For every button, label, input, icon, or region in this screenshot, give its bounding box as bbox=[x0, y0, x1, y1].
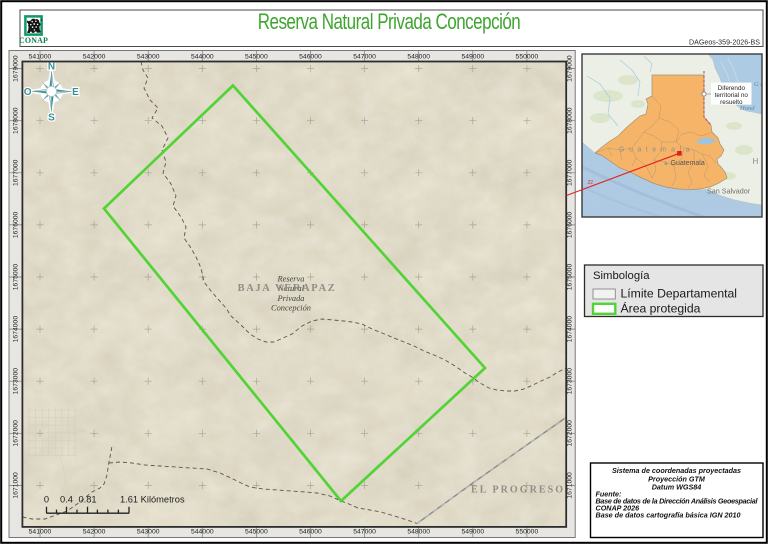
svg-text:Simbología: Simbología bbox=[593, 270, 650, 282]
svg-text:1679000: 1679000 bbox=[13, 55, 20, 82]
svg-text:550000: 550000 bbox=[516, 53, 539, 60]
svg-text:544000: 544000 bbox=[191, 53, 214, 60]
svg-text:Área protegida: Área protegida bbox=[621, 300, 701, 315]
svg-text:1674000: 1674000 bbox=[567, 316, 574, 343]
svg-text:543000: 543000 bbox=[137, 53, 160, 60]
svg-text:1677000: 1677000 bbox=[13, 159, 20, 186]
svg-text:EL PROGRESO: EL PROGRESO bbox=[471, 485, 565, 496]
svg-text:1677000: 1677000 bbox=[567, 159, 574, 186]
svg-text:Guatemala: Guatemala bbox=[671, 160, 705, 167]
svg-text:1675000: 1675000 bbox=[567, 264, 574, 291]
svg-text:0: 0 bbox=[44, 495, 49, 505]
svg-text:550000: 550000 bbox=[516, 529, 539, 536]
svg-text:549000: 549000 bbox=[461, 529, 484, 536]
svg-text:1.61 Kilómetros: 1.61 Kilómetros bbox=[120, 495, 185, 505]
svg-text:544000: 544000 bbox=[191, 529, 214, 536]
svg-text:548000: 548000 bbox=[407, 529, 430, 536]
svg-text:548000: 548000 bbox=[407, 53, 430, 60]
svg-text:0.4: 0.4 bbox=[60, 495, 73, 505]
svg-text:San Salvador: San Salvador bbox=[707, 187, 751, 196]
svg-text:Base de datos cartografía bási: Base de datos cartografía básica IGN 201… bbox=[596, 511, 741, 520]
svg-text:S: S bbox=[48, 113, 55, 124]
svg-text:541000: 541000 bbox=[29, 529, 52, 536]
svg-text:Diferendo: Diferendo bbox=[718, 85, 746, 92]
svg-text:Concepción: Concepción bbox=[271, 304, 311, 313]
svg-text:1675000: 1675000 bbox=[13, 264, 20, 291]
svg-text:547000: 547000 bbox=[353, 53, 376, 60]
svg-text:545000: 545000 bbox=[245, 529, 268, 536]
svg-text:547000: 547000 bbox=[353, 529, 376, 536]
svg-text:BAJA VERAPAZ: BAJA VERAPAZ bbox=[238, 283, 337, 294]
svg-text:1672000: 1672000 bbox=[13, 420, 20, 447]
svg-text:542000: 542000 bbox=[83, 53, 106, 60]
svg-text:territorial no: territorial no bbox=[715, 92, 749, 99]
svg-text:Hond: Hond bbox=[739, 105, 755, 112]
svg-text:1678000: 1678000 bbox=[567, 107, 574, 134]
svg-text:DAGeos-359-2026-BS: DAGeos-359-2026-BS bbox=[689, 39, 760, 47]
svg-text:N: N bbox=[48, 62, 55, 73]
svg-text:1678000: 1678000 bbox=[13, 107, 20, 134]
svg-text:O: O bbox=[24, 87, 32, 98]
svg-text:Privada: Privada bbox=[277, 294, 305, 303]
svg-text:541000: 541000 bbox=[29, 53, 52, 60]
svg-text:545000: 545000 bbox=[245, 53, 268, 60]
svg-text:1673000: 1673000 bbox=[567, 368, 574, 395]
svg-text:CONAP: CONAP bbox=[19, 36, 48, 45]
svg-text:546000: 546000 bbox=[299, 529, 322, 536]
svg-text:1674000: 1674000 bbox=[13, 316, 20, 343]
svg-text:22: 22 bbox=[588, 180, 594, 186]
svg-text:1676000: 1676000 bbox=[567, 211, 574, 238]
svg-text:E: E bbox=[72, 87, 79, 98]
svg-text:1671000: 1671000 bbox=[13, 472, 20, 499]
svg-text:Límite Departamental: Límite Departamental bbox=[621, 287, 738, 301]
svg-text:1673000: 1673000 bbox=[13, 368, 20, 395]
svg-text:1676000: 1676000 bbox=[13, 211, 20, 238]
svg-text:1679000: 1679000 bbox=[567, 55, 574, 82]
svg-text:549000: 549000 bbox=[461, 53, 484, 60]
svg-text:resuelto: resuelto bbox=[720, 99, 743, 106]
svg-text:1672000: 1672000 bbox=[567, 420, 574, 447]
svg-text:Datum WGS84: Datum WGS84 bbox=[652, 482, 702, 491]
svg-text:543000: 543000 bbox=[137, 529, 160, 536]
svg-text:0.81: 0.81 bbox=[78, 495, 96, 505]
svg-text:542000: 542000 bbox=[83, 529, 106, 536]
svg-text:1671000: 1671000 bbox=[567, 472, 574, 499]
svg-text:Reserva Natural Privada Concep: Reserva Natural Privada Concepción bbox=[258, 10, 521, 35]
svg-text:546000: 546000 bbox=[299, 53, 322, 60]
